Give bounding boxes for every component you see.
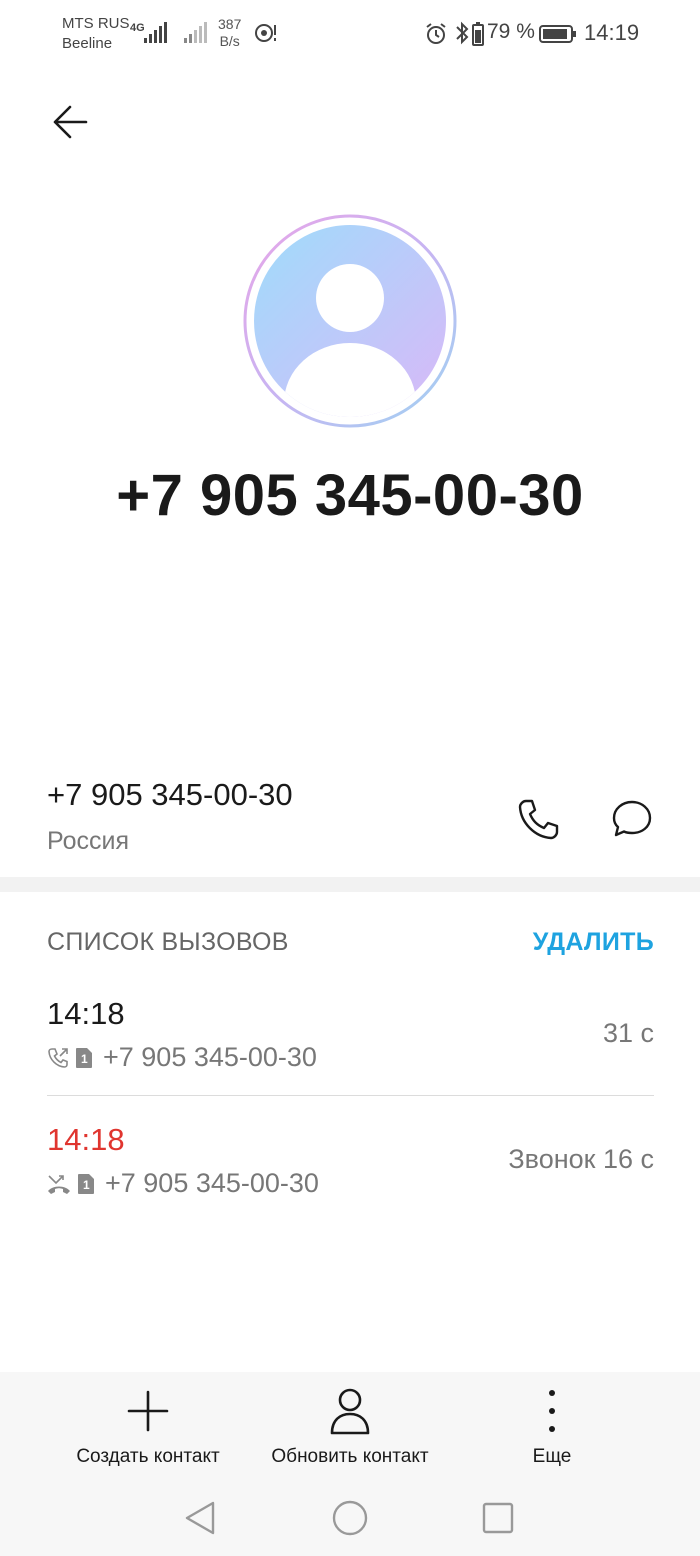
plus-icon	[127, 1390, 169, 1432]
signal-strength-2-icon	[184, 22, 207, 43]
nav-recents-button[interactable]	[476, 1496, 520, 1540]
message-button[interactable]	[602, 789, 662, 849]
call-details: 1 +7 905 345-00-30	[47, 1168, 319, 1199]
call-duration: Звонок 16 с	[508, 1144, 654, 1174]
sim-card-icon: 1	[76, 1047, 92, 1068]
update-contact-label: Обновить контакт	[271, 1446, 429, 1467]
sim-slot-label: 1	[83, 1178, 90, 1192]
avatar	[243, 214, 457, 428]
status-time: 14:19	[584, 20, 640, 45]
system-nav-bar	[0, 1480, 700, 1556]
call-list-header: СПИСОК ВЫЗОВОВ	[47, 928, 289, 956]
outgoing-call-icon	[48, 1047, 68, 1068]
phone-number: +7 905 345-00-30	[47, 777, 293, 812]
missed-call-icon	[48, 1174, 70, 1194]
number-row: +7 905 345-00-30 Россия	[0, 765, 700, 875]
arrow-left-icon	[53, 105, 88, 139]
call-button[interactable]	[508, 789, 568, 849]
bluetooth-icon	[456, 21, 469, 45]
nav-back-button[interactable]	[178, 1496, 222, 1540]
delete-button[interactable]: УДАЛИТЬ	[533, 928, 654, 957]
network-speed: 387 B/s	[218, 16, 242, 49]
call-entry[interactable]: 14:18 1 +7 905 345-00-30 Звонок 16 с	[47, 1118, 654, 1228]
nav-home-button[interactable]	[328, 1496, 372, 1540]
carrier-names: MTS RUS Beeline	[62, 14, 130, 54]
call-time: 14:18	[47, 1122, 125, 1157]
list-divider	[47, 1095, 654, 1096]
sim-slot-label: 1	[81, 1052, 88, 1066]
network-type-label: 4G	[130, 22, 145, 34]
battery-icon	[539, 25, 576, 43]
phone-region: Россия	[47, 827, 129, 855]
create-contact-label: Создать контакт	[76, 1446, 220, 1467]
carrier-1: MTS RUS	[62, 15, 130, 32]
more-label: Еще	[532, 1446, 572, 1467]
triangle-back-icon	[185, 1501, 215, 1535]
signal-strength-icon: 4G	[130, 22, 167, 43]
call-time: 14:18	[47, 996, 125, 1031]
update-contact-button[interactable]: Обновить контакт	[250, 1386, 450, 1468]
call-number: +7 905 345-00-30	[103, 1042, 317, 1072]
call-duration: 31 с	[602, 1018, 654, 1048]
square-recents-icon	[482, 1502, 514, 1534]
create-contact-button[interactable]: Создать контакт	[48, 1386, 248, 1468]
person-icon	[330, 1388, 370, 1435]
section-divider	[0, 877, 700, 892]
alarm-icon	[426, 23, 446, 44]
more-button[interactable]: Еще	[452, 1386, 652, 1468]
phone-icon	[518, 799, 559, 840]
battery-saver-icon	[472, 22, 484, 46]
more-vertical-icon	[549, 1390, 555, 1432]
carrier-2: Beeline	[62, 35, 113, 52]
message-bubble-icon	[612, 800, 652, 837]
call-number: +7 905 345-00-30	[105, 1168, 319, 1198]
battery-percent: 79 %	[487, 20, 535, 43]
status-bar: MTS RUS Beeline 4G 387 B/s 79 % 14:19	[0, 0, 700, 68]
sim-card-icon: 1	[78, 1173, 94, 1194]
hotspot-icon	[255, 24, 276, 42]
circle-home-icon	[332, 1500, 368, 1536]
back-button[interactable]	[44, 96, 96, 148]
call-details: 1 +7 905 345-00-30	[47, 1042, 317, 1073]
call-entry[interactable]: 14:18 1 +7 905 345-00-30 31 с	[47, 992, 654, 1102]
contact-title: +7 905 345-00-30	[116, 463, 584, 528]
